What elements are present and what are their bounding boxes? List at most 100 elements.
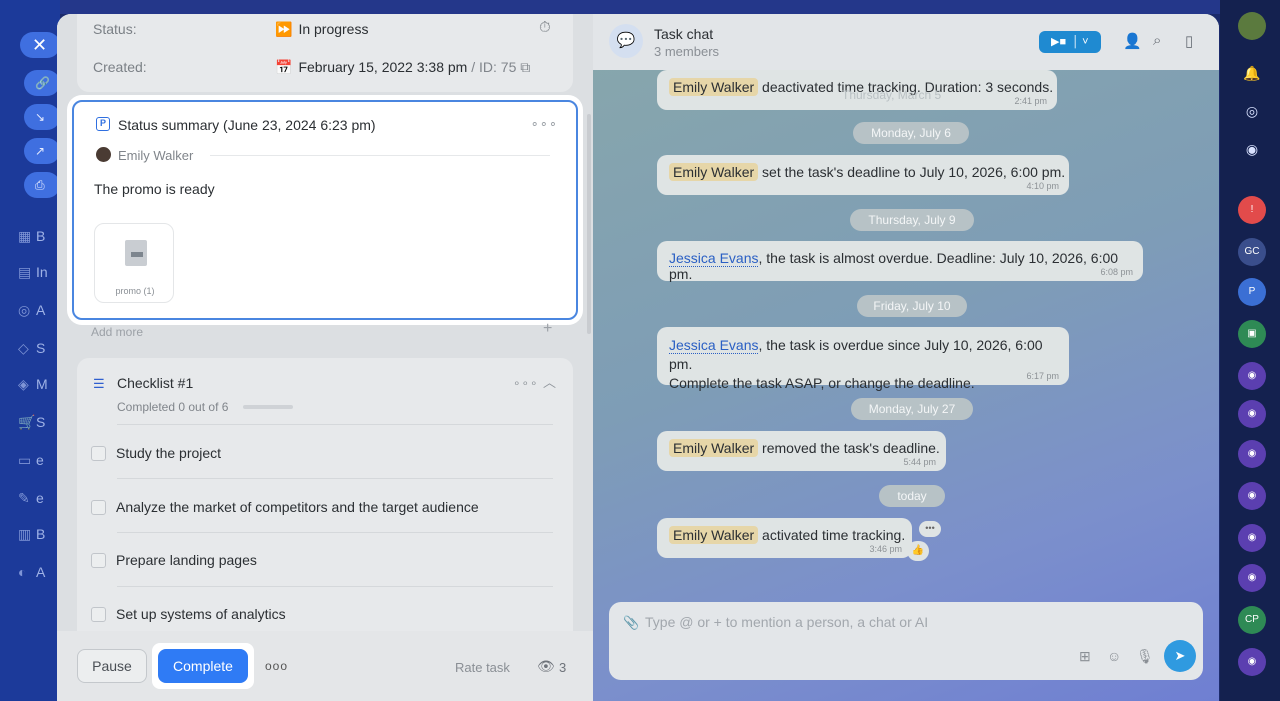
ghost-date: Thursday, March 5: [842, 88, 942, 102]
summary-author[interactable]: Emily Walker: [118, 148, 193, 163]
background-top-bar: [0, 0, 1280, 14]
chat-message: Emily Walker deactivated time tracking. …: [657, 70, 1057, 110]
divider: [117, 532, 553, 533]
checklist-icon: ☰: [93, 376, 105, 391]
rate-task-button[interactable]: Rate task: [455, 660, 510, 675]
bell-icon[interactable]: 🔔: [1239, 60, 1265, 86]
open-icon[interactable]: ↗: [24, 138, 60, 164]
complete-button[interactable]: Complete: [158, 649, 248, 683]
pause-button[interactable]: Pause: [77, 649, 147, 683]
author-mention[interactable]: Emily Walker: [669, 526, 759, 544]
checklist-item[interactable]: Prepare landing pages: [91, 541, 553, 581]
scrollbar[interactable]: [587, 114, 591, 334]
link-icon[interactable]: 🔗: [24, 70, 60, 96]
copy-icon[interactable]: ⧉: [520, 59, 530, 75]
close-icon[interactable]: ✕: [20, 32, 60, 58]
more-actions-icon[interactable]: ooo: [265, 659, 288, 673]
message-input[interactable]: [645, 614, 1165, 630]
user-avatar[interactable]: [1238, 12, 1266, 40]
eye-icon: 👁: [537, 658, 555, 674]
chat-title[interactable]: Task chat: [654, 26, 713, 42]
divider: [117, 586, 553, 587]
checklist-title: Checklist #1: [117, 375, 194, 391]
rail-item-gc[interactable]: GC: [1238, 238, 1266, 266]
print-icon[interactable]: ⎙: [24, 172, 60, 198]
chat-avatar-icon[interactable]: ◉: [1238, 482, 1266, 510]
chat-message: Emily Walker activated time tracking. 3:…: [657, 518, 912, 558]
attach-icon[interactable]: 📎: [623, 615, 639, 631]
checklist-progress-bar: [243, 405, 293, 409]
file-attachment[interactable]: promo (1): [94, 223, 174, 303]
date-divider: Thursday, July 9: [850, 209, 974, 231]
checklist-item[interactable]: Set up systems of analytics: [91, 595, 553, 635]
user-mention[interactable]: Jessica Evans: [669, 250, 759, 267]
status-summary-card: P Status summary (June 23, 2024 6:23 pm)…: [72, 100, 578, 320]
chat-message: Jessica Evans, the task is overdue since…: [657, 327, 1069, 391]
plus-icon[interactable]: +: [543, 320, 552, 338]
checkbox[interactable]: [91, 500, 106, 515]
checklist-menu-icon[interactable]: ∘∘∘: [513, 376, 539, 390]
complete-highlight: Complete: [152, 643, 254, 689]
alert-icon[interactable]: !: [1238, 196, 1266, 224]
add-user-icon[interactable]: 👤: [1123, 32, 1142, 50]
chat-icon: 💬: [609, 24, 643, 58]
task-info-card: Status: ⏩ In progress ⏱ Created: 📅 Februar…: [77, 14, 573, 92]
status-timer-icon[interactable]: ⏱: [539, 19, 551, 36]
add-more-link[interactable]: Add more: [91, 325, 143, 339]
checklist-item[interactable]: Study the project: [91, 434, 553, 474]
chat-avatar-icon[interactable]: ◉: [1238, 400, 1266, 428]
search-icon[interactable]: ⌕: [1153, 32, 1161, 49]
author-mention[interactable]: Emily Walker: [669, 78, 759, 96]
divider: [210, 155, 550, 156]
send-button[interactable]: ➤: [1164, 640, 1196, 672]
chat-avatar-icon[interactable]: ◉: [1238, 362, 1266, 390]
chat-header: 💬 Task chat 3 members ▶■ │ ˅ 👤 ⌕ ▯: [593, 14, 1219, 70]
like-icon[interactable]: 👍: [907, 541, 929, 561]
chat-bubble-icon[interactable]: ◉: [1239, 136, 1265, 162]
author-mention[interactable]: Emily Walker: [669, 439, 759, 457]
download-icon[interactable]: ↘: [24, 104, 60, 130]
task-slider-panel: Status: ⏩ In progress ⏱ Created: 📅 Februar…: [57, 14, 1219, 701]
apps-grid-icon[interactable]: ⊞: [1079, 648, 1091, 665]
chat-message: Emily Walker set the task's deadline to …: [657, 155, 1069, 195]
date-divider: today: [879, 485, 945, 507]
status-value[interactable]: ⏩ In progress: [275, 21, 368, 38]
chat-avatar-icon[interactable]: ◉: [1238, 524, 1266, 552]
checkbox[interactable]: [91, 553, 106, 568]
contact-card-icon[interactable]: ▣: [1238, 320, 1266, 348]
task-details-column: Status: ⏩ In progress ⏱ Created: 📅 Februar…: [57, 14, 593, 701]
chat-avatar-icon[interactable]: ◉: [1238, 564, 1266, 592]
summary-text: The promo is ready: [94, 181, 215, 197]
chat-avatar-icon[interactable]: ◉: [1238, 648, 1266, 676]
created-label: Created:: [93, 59, 147, 75]
microphone-icon[interactable]: 🎙: [1136, 648, 1154, 665]
checkbox[interactable]: [91, 446, 106, 461]
message-composer: 📎 ⊞ ☺ 🎙 ➤: [609, 602, 1203, 680]
message-menu-icon[interactable]: •••: [919, 521, 941, 537]
created-value: 📅 February 15, 2022 3:38 pm / ID: 75 ⧉: [275, 59, 531, 75]
rail-item-p[interactable]: P: [1238, 278, 1266, 306]
task-chat-column: 💬 Task chat 3 members ▶■ │ ˅ 👤 ⌕ ▯ Emily…: [593, 14, 1219, 701]
checkbox[interactable]: [91, 607, 106, 622]
chevron-up-icon[interactable]: ︿: [543, 372, 556, 391]
emoji-icon[interactable]: ☺: [1107, 648, 1121, 664]
divider: [117, 478, 553, 479]
panel-toggle-icon[interactable]: ▯: [1185, 32, 1193, 50]
task-id: / ID: 75: [471, 59, 517, 75]
background-sidebar: ✕ 🔗 ↘ ↗ ⎙ ▦ B ▤ In ◎ A ◇ S ◈ M 🛒S ▭ e ✎ e ▥ B ◐ A: [0, 0, 60, 701]
file-icon: [125, 240, 147, 266]
checklist-item[interactable]: Analyze the market of competitors and th…: [91, 488, 553, 528]
chat-members[interactable]: 3 members: [654, 44, 719, 59]
play-forward-icon: ⏩: [275, 21, 293, 37]
chat-avatar-icon[interactable]: ◉: [1238, 440, 1266, 468]
author-mention[interactable]: Emily Walker: [669, 163, 759, 181]
rail-item-cp[interactable]: CP: [1238, 606, 1266, 634]
viewers-count: 3: [559, 660, 567, 675]
date-divider: Monday, July 6: [853, 122, 969, 144]
more-menu-icon[interactable]: ∘∘∘: [531, 116, 558, 132]
video-call-button[interactable]: ▶■ │ ˅: [1039, 31, 1101, 53]
date-divider: Friday, July 10: [857, 295, 967, 317]
copilot-icon[interactable]: ◎: [1239, 98, 1265, 124]
date-divider: Monday, July 27: [851, 398, 973, 420]
user-mention[interactable]: Jessica Evans: [669, 337, 759, 354]
